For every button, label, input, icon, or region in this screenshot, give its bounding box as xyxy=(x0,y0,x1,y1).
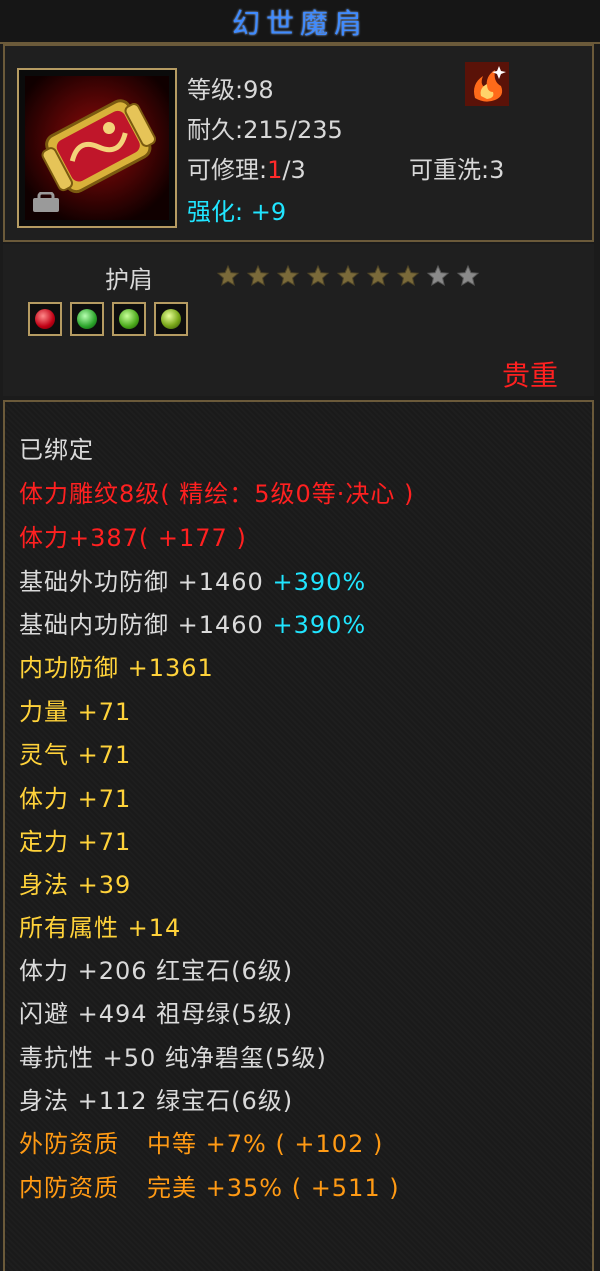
red-gem-icon[interactable] xyxy=(28,302,62,336)
vitality-engrave-line: 体力+387( +177 ) xyxy=(19,524,247,552)
base-ext-def: 基础外功防御 +1460 xyxy=(19,568,264,596)
all-attr-line: 所有属性 +14 xyxy=(19,914,182,942)
enhance-line: 强化: +9 xyxy=(187,192,286,227)
gem-vit-line: 体力 +206 红宝石(6级) xyxy=(19,957,294,985)
gem-slots xyxy=(28,302,196,340)
item-icon-frame[interactable] xyxy=(17,68,177,228)
rewash-label: 可重洗: xyxy=(409,156,490,184)
green-gem-icon[interactable] xyxy=(70,302,104,336)
level-line: 等级:98 xyxy=(187,70,274,105)
base-ext-def-pct: +390% xyxy=(272,568,367,596)
jade-gem-icon[interactable] xyxy=(154,302,188,336)
int-def-line: 内功防御 +1361 xyxy=(19,654,214,682)
base-int-def: 基础内功防御 +1460 xyxy=(19,611,264,639)
slot-name: 护肩 xyxy=(105,266,153,294)
level-label: 等级 xyxy=(187,76,235,104)
bound-status: 已绑定 xyxy=(19,436,94,464)
repair-used: 1 xyxy=(267,156,283,184)
star-filled-icon xyxy=(366,264,390,287)
gem-agi-line: 身法 +112 绿宝石(6级) xyxy=(19,1087,294,1115)
rewash-line: 可重洗:3 xyxy=(409,150,504,185)
star-rating xyxy=(216,264,486,292)
star-empty-icon xyxy=(426,264,450,287)
star-filled-icon xyxy=(336,264,360,287)
enhance-value: +9 xyxy=(250,198,287,226)
shoulder-armor-icon xyxy=(25,76,169,220)
engrave-line: 体力雕纹8级( 精绘：5级0等·决心 ) xyxy=(19,480,415,508)
gem-dodge-line: 闪避 +494 祖母绿(5级) xyxy=(19,1000,294,1028)
durability-value: :215/235 xyxy=(235,116,343,144)
spirit-line: 灵气 +71 xyxy=(19,741,132,769)
repair-total: /3 xyxy=(282,156,306,184)
rewash-value: 3 xyxy=(489,156,505,184)
star-filled-icon xyxy=(276,264,300,287)
strength-line: 力量 +71 xyxy=(19,698,132,726)
star-empty-icon xyxy=(456,264,480,287)
base-int-def-line: 基础内功防御 +1460 +390% xyxy=(19,605,366,640)
stats-panel: 已绑定 体力雕纹8级( 精绘：5级0等·决心 ) 体力+387( +177 ) … xyxy=(3,400,594,1271)
durability-label: 耐久 xyxy=(187,116,235,144)
star-filled-icon xyxy=(396,264,420,287)
item-title: 幻世魔肩 xyxy=(231,7,368,40)
base-int-def-pct: +390% xyxy=(272,611,367,639)
lock-icon xyxy=(33,192,59,212)
title-bar: 幻世魔肩 xyxy=(0,0,600,44)
rarity-label: 贵重 xyxy=(501,359,558,392)
gem-poison-line: 毒抗性 +50 纯净碧玺(5级) xyxy=(19,1044,327,1072)
vitality-line: 体力 +71 xyxy=(19,785,132,813)
ext-quality-label: 外防资质 xyxy=(19,1130,119,1158)
ext-quality-value: 中等 +7% ( +102 ) xyxy=(147,1130,384,1158)
repair-label: 可修理: xyxy=(187,156,268,184)
star-filled-icon xyxy=(246,264,270,287)
int-quality-value: 完美 +35% ( +511 ) xyxy=(147,1174,400,1202)
slot-panel: 护肩 贵重 xyxy=(3,244,594,396)
green-gem-icon[interactable] xyxy=(112,302,146,336)
enhance-label: 强化: xyxy=(187,198,244,226)
durability-line: 耐久:215/235 xyxy=(187,110,343,145)
level-value: :98 xyxy=(235,76,274,104)
ext-quality-line: 外防资质 中等 +7% ( +102 ) xyxy=(19,1124,383,1159)
star-filled-icon xyxy=(306,264,330,287)
agility-line: 身法 +39 xyxy=(19,871,132,899)
repair-line: 可修理:1/3 xyxy=(187,150,306,185)
focus-line: 定力 +71 xyxy=(19,828,132,856)
item-header-panel: 等级:98 耐久:215/235 可修理:1/3 可重洗:3 强化: +9 xyxy=(3,44,594,242)
flame-badge-icon[interactable] xyxy=(465,62,509,106)
star-filled-icon xyxy=(216,264,240,287)
int-quality-line: 内防资质 完美 +35% ( +511 ) xyxy=(19,1168,400,1203)
int-quality-label: 内防资质 xyxy=(19,1174,119,1202)
base-ext-def-line: 基础外功防御 +1460 +390% xyxy=(19,562,366,597)
